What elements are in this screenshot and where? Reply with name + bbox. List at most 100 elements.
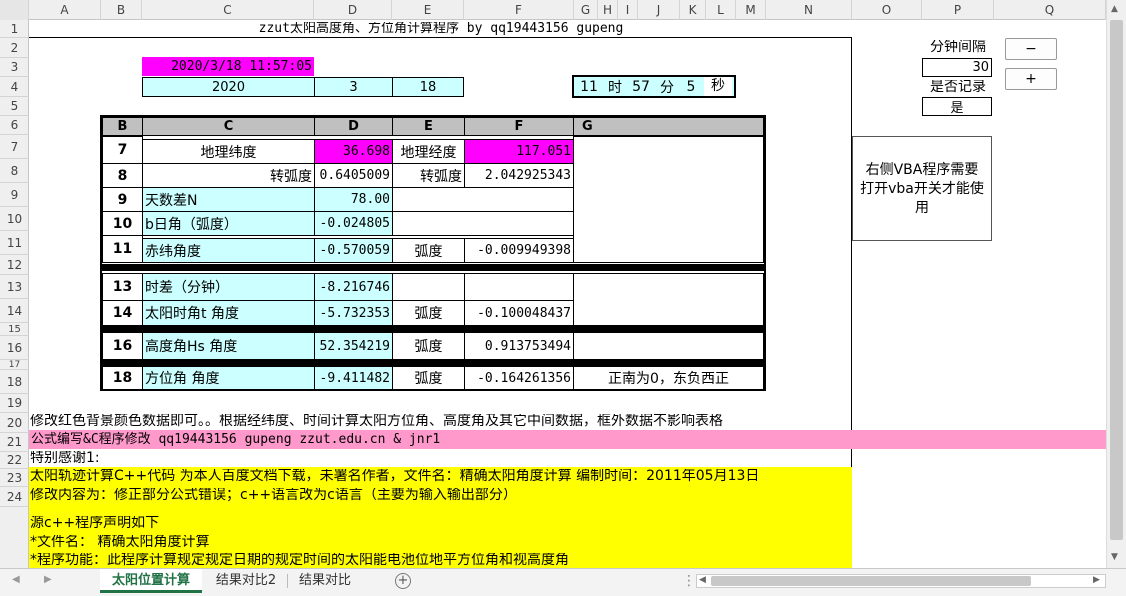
latitude-radian-value: 0.6405009 (314, 163, 393, 188)
vba-note-box[interactable]: 右侧VBA程序需要打开vba开关才能使用 (852, 136, 992, 241)
page-title: zzut太阳高度角、方位角计算程序 by qq19443156 gupeng (258, 22, 624, 35)
longitude-radian-label: 转弧度 (392, 163, 465, 188)
column-header-q[interactable]: Q (994, 0, 1106, 20)
column-header-f[interactable]: F (464, 0, 574, 20)
column-header-d[interactable]: D (314, 0, 392, 20)
column-header-a[interactable]: A (29, 0, 101, 20)
latitude-label: 地理纬度 (142, 139, 315, 164)
time-diff-label: 时差（分钟） (142, 273, 315, 301)
row-header-1[interactable]: 1 (0, 20, 29, 38)
interval-plus-button[interactable]: + (1005, 68, 1057, 90)
horizontal-scroll-thumb[interactable] (711, 576, 1031, 586)
record-value-cell[interactable]: 是 (922, 97, 992, 116)
day-angle-label: b日角（弧度） (142, 211, 315, 236)
vertical-scroll-thumb[interactable] (1110, 20, 1123, 540)
row-header-4[interactable]: 4 (0, 77, 29, 97)
row-header-23[interactable]: 23 (0, 469, 29, 487)
column-header-l[interactable]: L (706, 0, 736, 20)
tab-compare[interactable]: 结果对比 (290, 569, 360, 593)
altitude-value: 52.354219 (314, 332, 393, 360)
g-column-block (573, 273, 764, 326)
table-header-d: D (314, 117, 393, 136)
row-header-13[interactable]: 13 (0, 275, 29, 299)
scroll-left-icon[interactable]: ◀ (699, 575, 706, 585)
column-header-i[interactable]: I (618, 0, 638, 20)
tab-prev-icon[interactable]: ◀ (12, 574, 20, 585)
column-header-m[interactable]: M (736, 0, 766, 20)
column-header-k[interactable]: K (680, 0, 706, 20)
column-header-o[interactable]: O (852, 0, 922, 20)
month-cell[interactable]: 3 (314, 77, 393, 97)
tab-separator (287, 574, 288, 588)
note-row-20: 修改红色背景颜色数据即可。。根据经纬度、时间计算太阳方位角、高度角及其它中间数据… (30, 414, 723, 428)
day-angle-value: -0.024805 (314, 211, 393, 236)
tab-sun-position[interactable]: 太阳位置计算 (100, 569, 202, 593)
source-note-2: *文件名： 精确太阳角度计算 (30, 535, 210, 549)
scroll-down-icon[interactable]: ▼ (1111, 552, 1118, 562)
row-header-14[interactable]: 14 (0, 299, 29, 323)
declination-value: -0.570059 (314, 238, 393, 263)
minute-value[interactable]: 57 (626, 79, 656, 95)
horizontal-scrollbar[interactable]: ◀ ▶ (696, 574, 1106, 588)
column-header-b[interactable]: B (101, 0, 142, 20)
row-header-19[interactable]: 19 (0, 394, 29, 413)
scroll-right-icon[interactable]: ▶ (1093, 575, 1100, 585)
longitude-radian-value: 2.042925343 (464, 163, 574, 188)
table-header-b: B (102, 117, 143, 136)
row-header-11[interactable]: 11 (0, 231, 29, 255)
interval-minus-button[interactable]: − (1005, 38, 1057, 60)
row-header-21[interactable]: 21 (0, 433, 29, 452)
row-header-9[interactable]: 9 (0, 183, 29, 207)
azimuth-radian-value: -0.164261356 (464, 366, 574, 390)
row-header-7[interactable]: 7 (0, 135, 29, 159)
column-header-g[interactable]: G (574, 0, 598, 20)
add-sheet-icon[interactable]: + (395, 573, 411, 589)
tab-next-icon[interactable]: ▶ (44, 574, 52, 585)
year-cell[interactable]: 2020 (142, 77, 315, 97)
column-header-n[interactable]: N (766, 0, 852, 20)
day-diff-value: 78.00 (314, 187, 393, 212)
sheet-tab-bar: ◀ ▶ 太阳位置计算 结果对比2 结果对比 + ⋮ ◀ ▶ (0, 568, 1126, 596)
column-header-e[interactable]: E (392, 0, 464, 20)
row-number-13: 13 (102, 273, 143, 301)
vertical-scrollbar[interactable]: ▲ ▼ (1106, 0, 1126, 568)
hour-value[interactable]: 11 (574, 79, 604, 95)
row-header-5[interactable]: 5 (0, 97, 29, 116)
row-header-24[interactable]: 24 (0, 487, 29, 507)
altitude-radian-label: 弧度 (392, 332, 465, 360)
row-header-2[interactable]: 2 (0, 38, 29, 58)
row-number-8: 8 (102, 163, 143, 188)
title-divider (29, 37, 852, 38)
longitude-input[interactable]: 117.051 (464, 139, 574, 164)
column-header-h[interactable]: H (598, 0, 618, 20)
row-header-22[interactable]: 22 (0, 452, 29, 469)
datetime-cell[interactable]: 2020/3/18 11:57:05 (142, 57, 314, 76)
tab-split-icon[interactable]: ⋮ (682, 573, 696, 589)
row-header-20[interactable]: 20 (0, 413, 29, 433)
row-header-8[interactable]: 8 (0, 159, 29, 183)
source-note-3: *程序功能：此程序计算规定规定日期的规定时间的太阳能电池位地平方位角和视高度角 (30, 553, 569, 568)
tab-compare-2[interactable]: 结果对比2 (206, 569, 286, 593)
scroll-up-icon[interactable]: ▲ (1111, 4, 1118, 14)
row-header-bar: 1 2 3 4 5 6 7 8 9 10 11 12 13 14 15 16 1… (0, 20, 29, 568)
altitude-radian-value: 0.913753494 (464, 332, 574, 360)
row-header-15[interactable]: 15 (0, 323, 29, 336)
row-header-10[interactable]: 10 (0, 207, 29, 231)
row-header-18[interactable]: 18 (0, 370, 29, 394)
hour-angle-radian-value: -0.100048437 (464, 300, 574, 326)
row-header-17[interactable]: 17 (0, 360, 29, 370)
row-header-12[interactable]: 12 (0, 255, 29, 275)
day-cell[interactable]: 18 (392, 77, 464, 97)
latitude-input[interactable]: 36.698 (314, 139, 393, 164)
hour-angle-value: -5.732353 (314, 300, 393, 326)
row-header-6[interactable]: 6 (0, 116, 29, 135)
column-header-c[interactable]: C (142, 0, 314, 20)
row-header-16[interactable]: 16 (0, 336, 29, 360)
select-all-corner[interactable] (0, 0, 29, 20)
row-header-3[interactable]: 3 (0, 58, 29, 77)
interval-value-cell[interactable]: 30 (922, 58, 992, 77)
second-value[interactable]: 5 (678, 79, 704, 95)
column-header-j[interactable]: J (638, 0, 680, 20)
row-number-7: 7 (102, 136, 143, 164)
column-header-p[interactable]: P (922, 0, 994, 20)
